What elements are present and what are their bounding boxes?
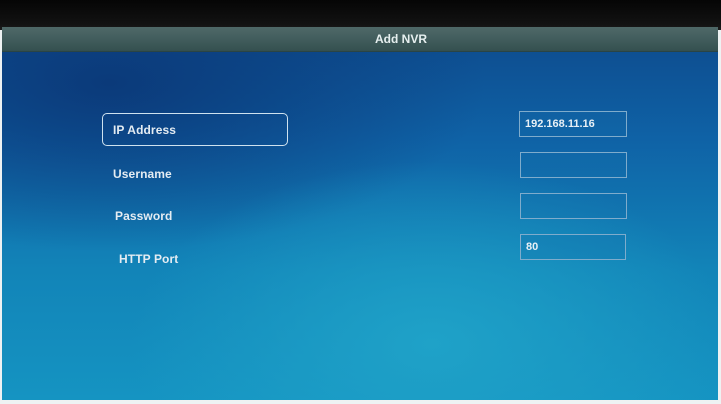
monitor-bezel — [0, 0, 721, 30]
http-port-value: 80 — [526, 241, 539, 253]
monitor-frame: Add NVR IP Address 192.168.11.16 Usernam… — [0, 0, 721, 404]
ip-address-field[interactable]: 192.168.11.16 — [519, 111, 627, 137]
password-field[interactable] — [520, 193, 627, 219]
add-nvr-screen: Add NVR IP Address 192.168.11.16 Usernam… — [2, 27, 718, 400]
username-field[interactable] — [520, 152, 627, 178]
http-port-label[interactable]: HTTP Port — [119, 252, 178, 266]
http-port-field[interactable]: 80 — [520, 234, 626, 260]
username-label[interactable]: Username — [113, 167, 172, 181]
title-bar: Add NVR — [2, 27, 718, 52]
password-label[interactable]: Password — [115, 209, 173, 223]
dialog-title: Add NVR — [375, 32, 427, 46]
ip-address-label[interactable]: IP Address — [113, 123, 176, 137]
ip-address-value: 192.168.11.16 — [525, 118, 595, 130]
